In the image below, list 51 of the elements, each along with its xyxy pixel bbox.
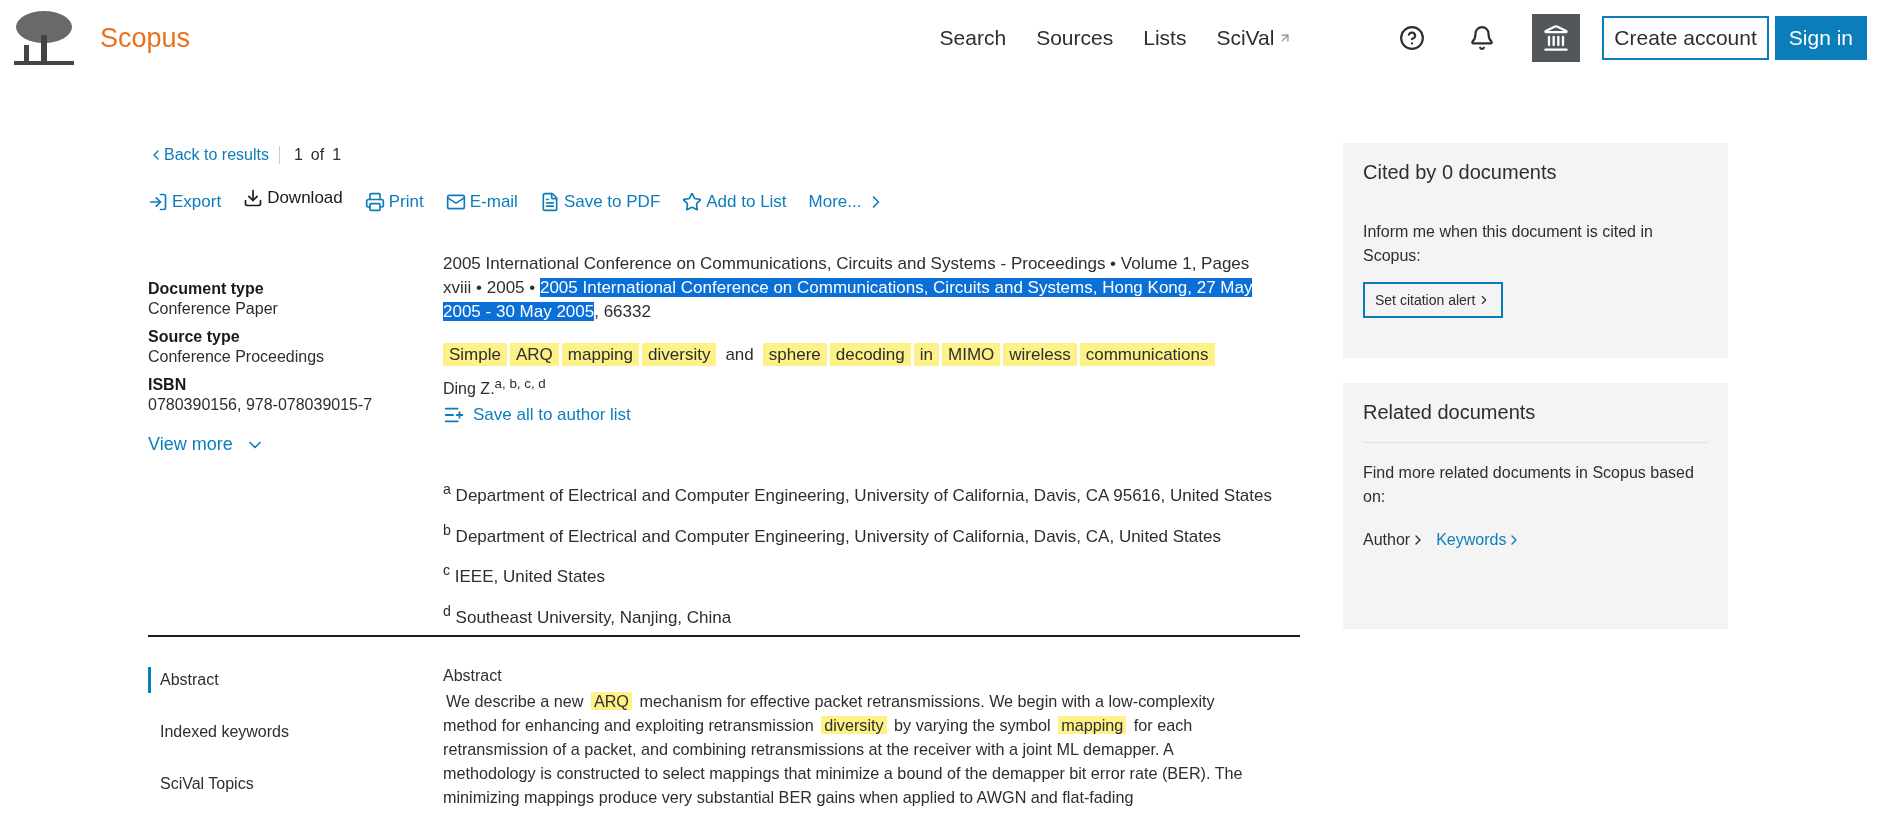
affiliation: $^{d}$ Southeast University, Nanjing, China [443, 602, 733, 629]
metadata-value: Conference Proceedings [148, 348, 326, 366]
toolbar-link[interactable]: More... [808, 192, 886, 212]
section-nav-item[interactable]: Indexed keywords [148, 718, 443, 745]
affiliation: $^{c}$ IEEE, United States [443, 561, 607, 589]
abstract-text: We describe a new ARQ mechanism for effective packet retransmissions. We begin with a low-complexity method for enhancing and exploiting retransmission diversity by varying the symbol mapping for each retransmission of a packet, and combining retransmissions at the receiver with a joint ML demapper. A methodology is constructed to select mappings that minimize a bound of the demapper bit error rate (BER). The minimizing mappings produce very substantial BER gains when applied to AWGN and flat-fading [443, 690, 1244, 808]
document-title: Simple ARQ mapping diversity and sphere decoding in MIMO wireless communications [443, 342, 1313, 368]
export-icon [148, 192, 168, 212]
related-link[interactable]: Keywords [1436, 531, 1523, 549]
toolbar-link[interactable]: Download [243, 184, 343, 212]
metadata-label: ISBN [148, 376, 188, 394]
affiliation: $^{a}$ Department of Electrical and Computer Engineering, University of California, Davis, CA 95616, United States [443, 480, 1273, 507]
metadata-label: Document type [148, 280, 265, 298]
set-citation-alert-button[interactable]: Set citation alert [1363, 282, 1504, 318]
toolbar-link[interactable]: Add to List [682, 192, 787, 212]
star-icon [682, 192, 703, 212]
metadata-label: Source type [148, 328, 241, 346]
nav-link[interactable]: Lists [1143, 26, 1187, 50]
metadata-value: Conference Paper [148, 300, 279, 318]
affiliation: $^{b}$ Department of Electrical and Computer Engineering, University of California, Davis, CA, United States [443, 521, 1222, 548]
result-total: 1 [332, 146, 342, 164]
metadata-value: 0780390156, 978-078039015-7 [148, 396, 374, 414]
institution-icon [1542, 24, 1571, 52]
save-authors-link[interactable]: Save all to author list [443, 404, 1313, 427]
nav-link[interactable]: Sources [1036, 26, 1114, 50]
tree-logo-icon [12, 9, 76, 67]
section-nav-item[interactable]: Abstract [148, 666, 443, 693]
view-more-link[interactable]: View more [148, 434, 265, 455]
toolbar-link[interactable]: Export [148, 192, 222, 212]
section-nav-item[interactable]: SciVal Topics [148, 770, 443, 797]
back-to-results-link[interactable]: Back to results [148, 146, 280, 164]
card-title: Cited by 0 documents [1363, 161, 1558, 184]
institution-button[interactable] [1532, 14, 1581, 62]
author-name[interactable]: Ding Z.$^{a, b, c, d}$ [443, 376, 1313, 399]
toolbar-link[interactable]: Save to PDF [539, 192, 661, 212]
toolbar-link[interactable]: E-mail [445, 192, 518, 212]
result-position: 1 [293, 146, 303, 164]
card-text: Inform me when this document is cited in Scopus: [1363, 222, 1654, 266]
download-icon [243, 188, 264, 208]
sign-in-button[interactable]: Sign in [1774, 16, 1867, 60]
mail-icon [445, 192, 466, 212]
of-label: of [310, 146, 325, 164]
printer-icon [364, 192, 385, 212]
toolbar-link[interactable]: Print [364, 192, 424, 212]
related-link[interactable]: Author [1363, 531, 1427, 549]
create-account-button[interactable]: Create account [1602, 16, 1769, 60]
abstract-heading: Abstract [443, 666, 503, 685]
card-text: Find more related documents in Scopus based on: [1363, 463, 1695, 507]
nav-link[interactable]: SciVal [1216, 26, 1293, 50]
card-title: Related documents [1363, 401, 1537, 424]
nav-link[interactable]: Search [939, 26, 1007, 50]
